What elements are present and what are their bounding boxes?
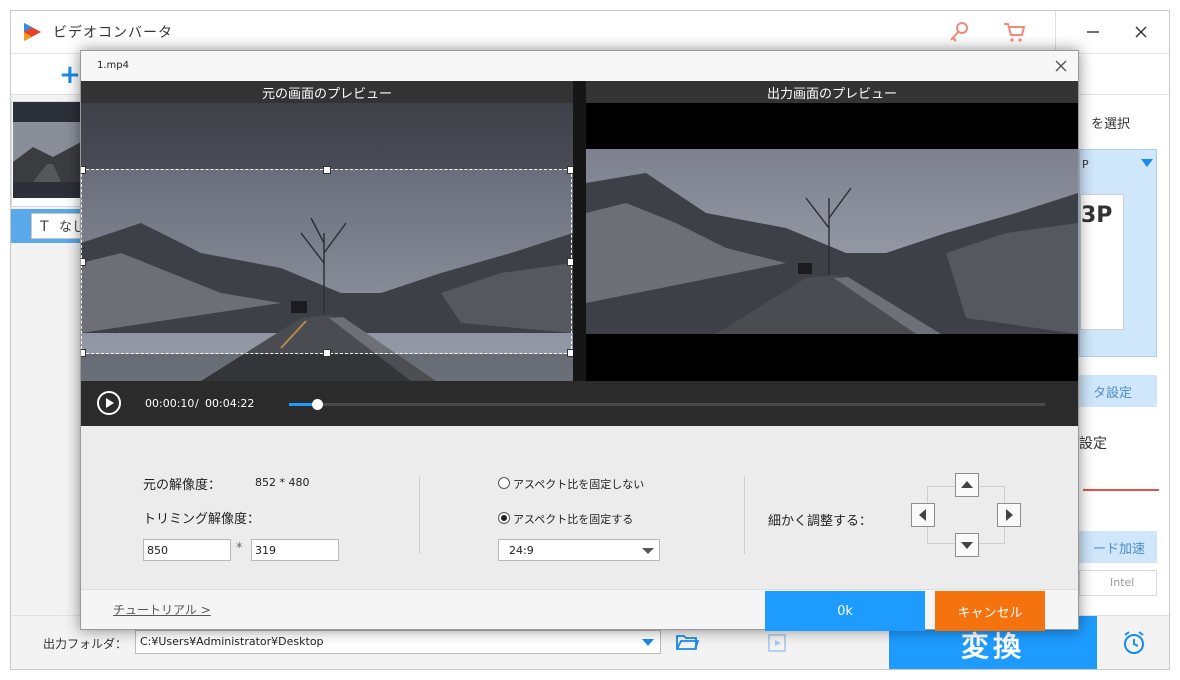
original-preview[interactable] [81,103,573,381]
time-separator: / [195,397,199,410]
crop-dialog: 1.mp4 元の画面のプレビュー 出力画面のプレビュー 00:00:10 / 0… [80,50,1079,631]
alarm-clock-icon[interactable] [1121,630,1147,656]
cancel-button[interactable]: キャンセル [935,591,1045,631]
settings-divider-1 [419,476,420,554]
crop-handle-bottom-right[interactable] [567,349,573,357]
subtitle-row: T なし [11,209,91,243]
crop-handle-top-left[interactable] [81,166,86,174]
preview-area: 元の画面のプレビュー 出力画面のプレビュー 00:00:10 / 00:04:2… [81,81,1078,426]
video-edit-icon[interactable] [767,632,791,654]
dialog-footer: チュートリアル > 0k キャンセル [81,589,1078,631]
crop-handle-right[interactable] [567,258,573,266]
crop-handle-bottom-left[interactable] [81,349,86,357]
dialog-title: 1.mp4 [97,60,129,71]
crop-handle-top[interactable] [323,166,331,174]
output-format-heading: を選択 [1091,117,1131,132]
chevron-down-icon [642,548,654,554]
arrow-right-icon [1006,509,1013,521]
key-icon[interactable] [947,19,973,45]
aspect-unlocked-label[interactable]: アスペクト比を固定しない [513,476,644,492]
crop-settings: 元の解像度： 852 * 480 トリミング解像度： 850 * 319 アスペ… [81,426,1078,589]
fine-adjust-label: 細かく調整する： [768,514,873,529]
folder-icon[interactable] [675,632,699,652]
arrow-up-icon [961,481,973,488]
original-preview-header: 元の画面のプレビュー [81,81,573,103]
arrow-left-icon [919,509,926,521]
app-logo-icon [24,23,41,41]
speed-slider[interactable] [1083,489,1159,491]
crop-handle-bottom[interactable] [323,349,331,357]
close-window-button[interactable] [1117,11,1165,53]
output-preview-header: 出力画面のプレビュー [586,81,1078,103]
minimize-button[interactable] [1069,11,1117,53]
total-time: 00:04:22 [205,397,255,410]
intel-label: Intel [1110,576,1135,589]
play-button[interactable] [97,391,121,415]
current-time: 00:00:10 [145,397,195,410]
output-folder-field[interactable]: C:¥Users¥Administrator¥Desktop [135,630,661,654]
dialog-title-bar: 1.mp4 [81,51,1078,81]
player-bar: 00:00:10 / 00:04:22 [81,381,1078,426]
app-title: ビデオコンバータ [53,25,173,41]
close-icon [1135,26,1147,38]
output-folder-path: C:¥Users¥Administrator¥Desktop [140,635,324,648]
crop-rectangle[interactable] [81,166,573,357]
text-icon: T [40,219,49,235]
hw-accel-button[interactable]: ード加速 [1079,531,1157,563]
aspect-unlocked-radio[interactable] [498,477,510,489]
seek-handle[interactable] [312,399,323,410]
add-file-button[interactable]: + [59,60,81,90]
minimize-icon [1087,31,1099,33]
aspect-ratio-value: 24:9 [509,544,534,557]
trim-width-value: 850 [147,544,168,557]
crop-handle-left[interactable] [81,258,86,266]
aspect-locked-radio[interactable] [498,512,510,524]
thumbnail-image [13,102,81,198]
format-icon: 3P [1080,194,1124,330]
original-resolution-value: 852 * 480 [255,476,310,489]
aspect-ratio-select[interactable]: 24:9 [498,539,660,561]
hw-accel-label: ード加速 [1093,541,1146,557]
aspect-locked-label[interactable]: アスペクト比を固定する [513,511,633,527]
trim-resolution-label: トリミング解像度： [143,512,261,527]
seek-bar[interactable] [289,399,1045,410]
original-resolution-label: 元の解像度： [143,478,222,493]
output-preview [586,103,1078,381]
settings-divider-2 [744,476,745,554]
param-settings-label: タ設定 [1093,385,1133,401]
crop-handle-top-right[interactable] [567,166,573,174]
settings-heading: 設定 [1079,436,1107,452]
format-name: P [1082,158,1089,171]
multiply-sign: * [236,541,243,556]
move-right-button[interactable] [997,503,1021,527]
move-down-button[interactable] [955,533,979,557]
titlebar-divider [1055,11,1056,53]
file-thumbnail[interactable] [11,101,81,207]
arrow-down-icon [961,542,973,549]
output-video-frame [586,103,1078,381]
intel-option[interactable]: Intel [1079,570,1157,596]
cart-icon[interactable] [1001,19,1027,45]
dialog-close-icon[interactable] [1054,59,1068,73]
title-bar: ビデオコンバータ [11,11,1169,53]
output-format-card[interactable]: P 3P [1079,149,1157,357]
play-icon [106,398,114,408]
move-left-button[interactable] [911,503,935,527]
trim-height-value: 319 [255,544,276,557]
trim-height-input[interactable]: 319 [251,539,339,561]
chevron-down-icon [1141,159,1153,167]
param-settings-button[interactable]: タ設定 [1079,375,1157,407]
format-icon-text: 3P [1081,203,1113,228]
trim-width-input[interactable]: 850 [143,539,231,561]
tutorial-link[interactable]: チュートリアル > [113,601,211,618]
output-folder-dropdown-icon[interactable] [642,639,654,646]
move-up-button[interactable] [955,473,979,497]
output-folder-label: 出力フォルダ： [43,637,128,651]
ok-button[interactable]: 0k [765,591,925,631]
